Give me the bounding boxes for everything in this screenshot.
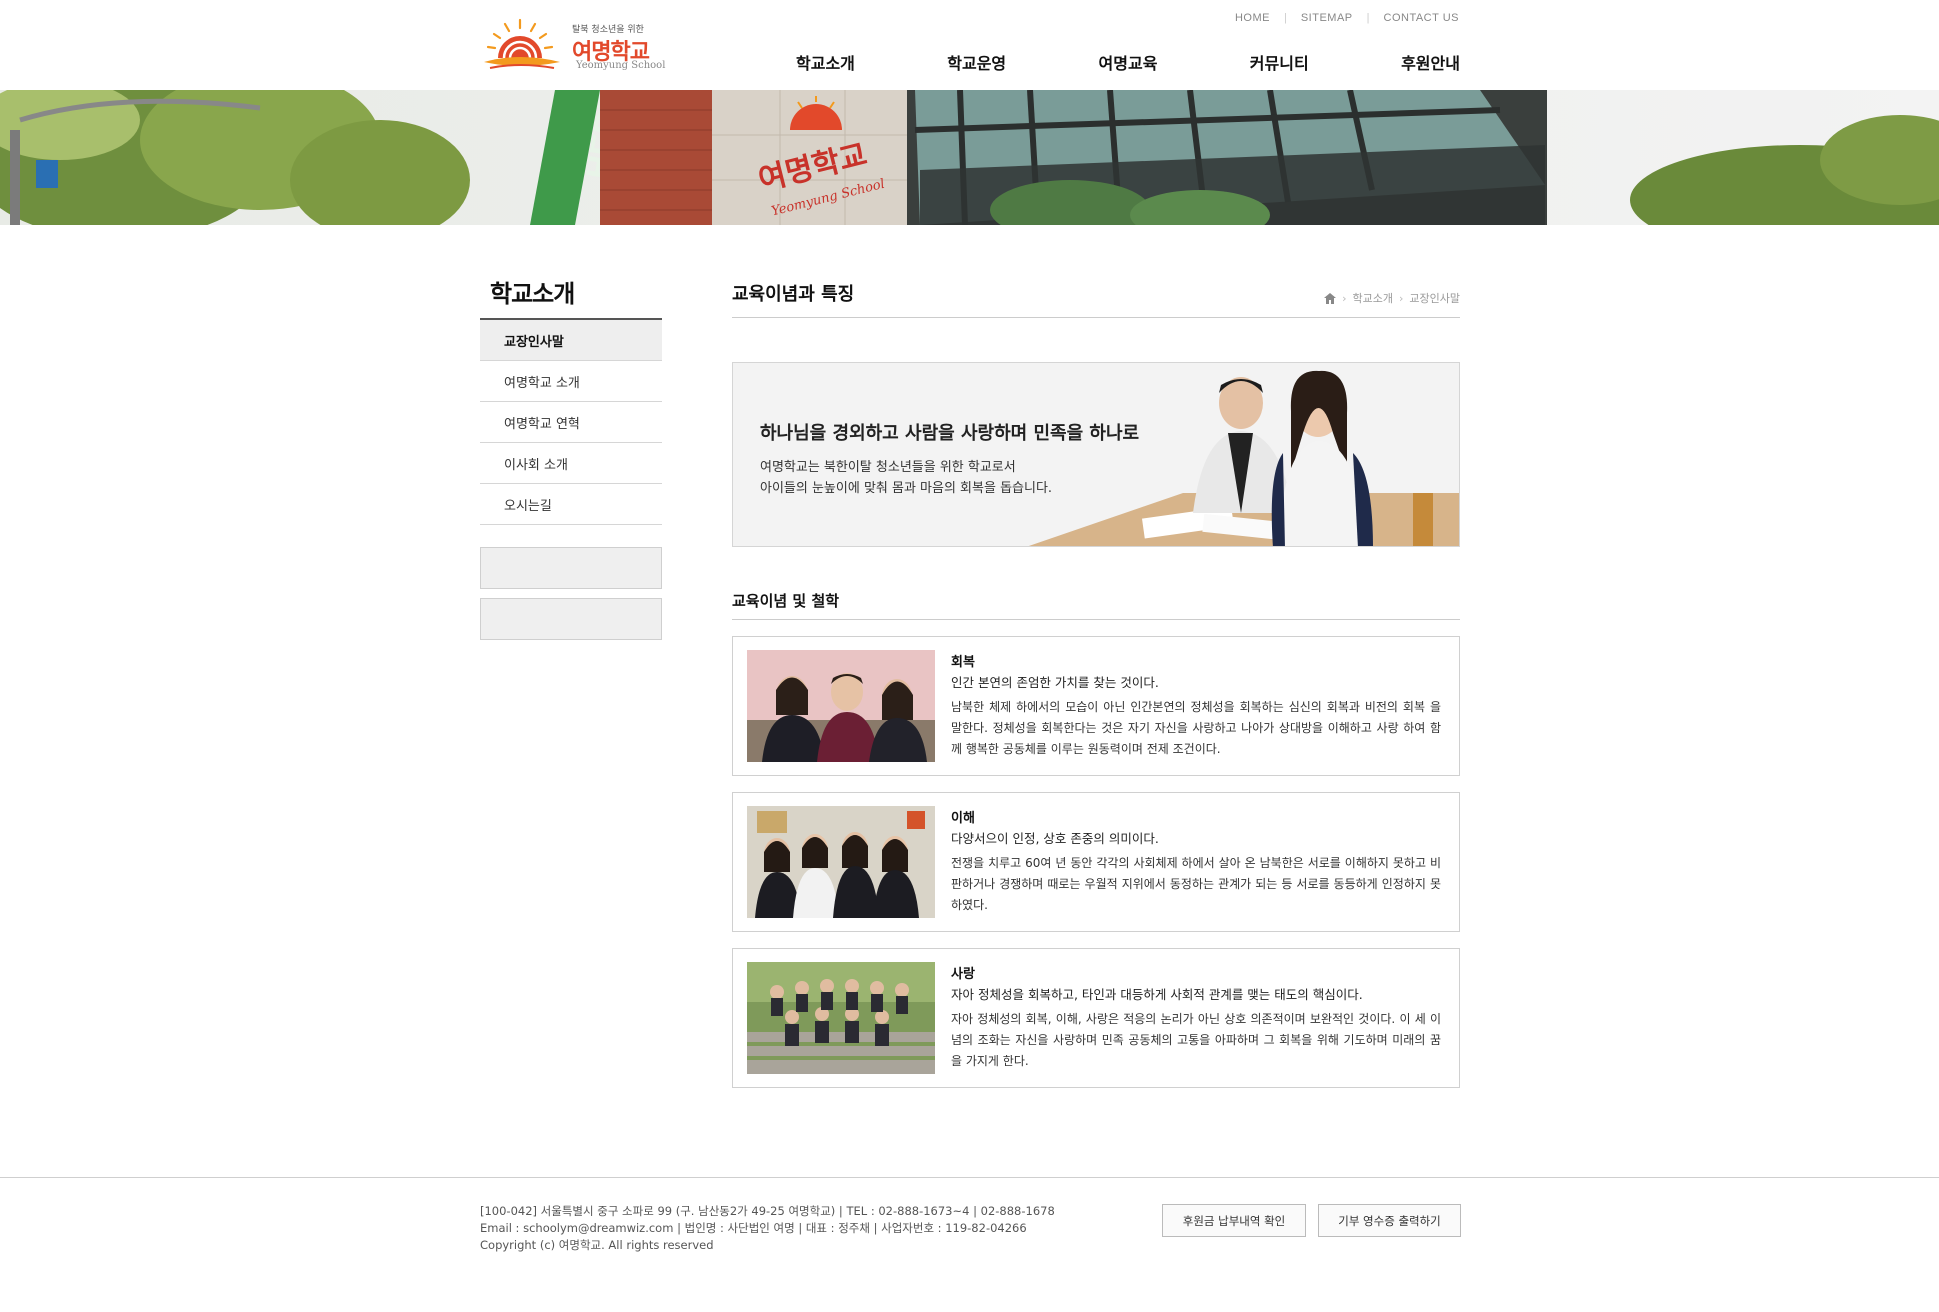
footer-copyright: Copyright (c) 여명학교. All rights reserved xyxy=(480,1238,714,1252)
separator: | xyxy=(1283,12,1287,24)
separator: | xyxy=(1366,12,1370,24)
contact-us-link[interactable]: CONTACT US xyxy=(1384,12,1460,24)
sidebar-banner-1[interactable] xyxy=(480,547,662,589)
sitemap-link[interactable]: SITEMAP xyxy=(1301,12,1353,24)
sidebar-item-history[interactable]: 여명학교 연혁 xyxy=(480,402,662,443)
breadcrumb: › 학교소개 › 교장인사말 xyxy=(1324,290,1460,306)
page-title: 교육이념과 특징 xyxy=(732,284,855,305)
logo-name-en: Yeomyung School xyxy=(576,60,666,71)
philosophy-card: 이해 다양서으이 인정, 상호 존중의 의미이다. 전쟁을 치루고 60여 년 … xyxy=(732,792,1460,932)
students-photo xyxy=(1028,370,1459,546)
nav-item-education[interactable]: 여명교육 xyxy=(1099,50,1158,74)
chevron-right-icon: › xyxy=(1342,291,1347,305)
utility-links: HOME | SITEMAP | CONTACT US xyxy=(1235,12,1459,24)
card-title: 사랑 xyxy=(951,967,975,982)
card-title: 회복 xyxy=(951,655,975,670)
home-link[interactable]: HOME xyxy=(1235,12,1270,24)
sidebar-item-label: 이사회 소개 xyxy=(504,457,568,473)
intro-text-line: 여명학교는 북한이탈 청소년들을 위한 학교로서 xyxy=(760,460,1016,475)
footer-divider xyxy=(0,1177,1939,1178)
sidebar-banner-2[interactable] xyxy=(480,598,662,640)
site-logo[interactable]: 탈북 청소년을 위한 여명학교 Yeomyung School xyxy=(480,16,680,78)
sidebar-item-greeting[interactable]: 교장인사말 xyxy=(480,320,662,361)
sun-logo-icon xyxy=(484,18,560,69)
sidebar-item-label: 여명학교 소개 xyxy=(504,375,580,391)
nav-item-operation[interactable]: 학교운영 xyxy=(947,50,1006,74)
sidebar-item-school-intro[interactable]: 여명학교 소개 xyxy=(480,361,662,402)
nav-item-community[interactable]: 커뮤니티 xyxy=(1250,50,1309,74)
card-photo xyxy=(747,650,935,762)
card-body: 남북한 체제 하에서의 모습이 아닌 인간본연의 정체성을 회복하는 심신의 회… xyxy=(951,700,1441,756)
donation-history-button[interactable]: 후원금 납부내역 확인 xyxy=(1162,1204,1306,1237)
sidebar-item-label: 교장인사말 xyxy=(504,334,564,350)
breadcrumb-item[interactable]: 교장인사말 xyxy=(1409,290,1460,306)
section-divider xyxy=(732,619,1460,620)
intro-text-line: 아이들의 눈높이에 맞춰 몸과 마음의 회복을 돕습니다. xyxy=(760,481,1053,496)
footer-address: [100-042] 서울특별시 중구 소파로 99 (구. 남산동2가 49-2… xyxy=(480,1204,1055,1218)
card-body: 자아 정체성의 회복, 이해, 사랑은 적응의 논리가 아닌 상호 의존적이며 … xyxy=(951,1012,1441,1068)
card-subtitle: 자아 정체성을 회복하고, 타인과 대등하게 사회적 관계를 맺는 태도의 핵심… xyxy=(951,987,1363,1002)
card-photo xyxy=(747,962,935,1074)
card-subtitle: 다양서으이 인정, 상호 존중의 의미이다. xyxy=(951,831,1159,846)
intro-heading: 하나님을 경외하고 사람을 사랑하며 민족을 하나로 xyxy=(760,423,1140,444)
donation-receipt-button[interactable]: 기부 영수증 출력하기 xyxy=(1318,1204,1461,1237)
card-subtitle: 인간 본연의 존엄한 가치를 찾는 것이다. xyxy=(951,675,1159,690)
school-building-image: HERZIA 여명학교 Yeomyung School xyxy=(0,90,1939,225)
sidebar-menu: 교장인사말 여명학교 소개 여명학교 연혁 이사회 소개 오시는길 xyxy=(480,318,662,525)
card-body: 전쟁을 치루고 60여 년 동안 각각의 사회체제 하에서 살아 온 남북한은 … xyxy=(951,856,1441,912)
top-banner-image: HERZIA 여명학교 Yeomyung School xyxy=(0,90,1939,225)
main-nav: 학교소개 학교운영 여명교육 커뮤니티 후원안내 xyxy=(796,50,1460,74)
philosophy-card: 사랑 자아 정체성을 회복하고, 타인과 대등하게 사회적 관계를 맺는 태도의… xyxy=(732,948,1460,1088)
card-title: 이해 xyxy=(951,811,975,826)
sidebar-title: 학교소개 xyxy=(490,280,575,308)
sidebar-item-board[interactable]: 이사회 소개 xyxy=(480,443,662,484)
nav-item-about[interactable]: 학교소개 xyxy=(796,50,855,74)
chevron-right-icon: › xyxy=(1398,291,1404,305)
footer-contact: Email : schoolym@dreamwiz.com | 법인명 : 사단… xyxy=(480,1221,1027,1235)
intro-banner: 하나님을 경외하고 사람을 사랑하며 민족을 하나로 여명학교는 북한이탈 청소… xyxy=(732,362,1460,547)
card-photo xyxy=(747,806,935,918)
nav-item-support[interactable]: 후원안내 xyxy=(1401,50,1460,74)
title-divider xyxy=(732,317,1460,318)
home-icon[interactable] xyxy=(1324,292,1337,304)
philosophy-card: 회복 인간 본연의 존엄한 가치를 찾는 것이다. 남북한 체제 하에서의 모습… xyxy=(732,636,1460,776)
sidebar-item-directions[interactable]: 오시는길 xyxy=(480,484,662,525)
site-header: 탈북 청소년을 위한 여명학교 Yeomyung School HOME | S… xyxy=(0,0,1939,90)
section-title: 교육이념 및 철학 xyxy=(732,592,840,610)
sidebar-item-label: 여명학교 연혁 xyxy=(504,416,580,432)
breadcrumb-item[interactable]: 학교소개 xyxy=(1353,290,1393,306)
sidebar-item-label: 오시는길 xyxy=(504,498,552,514)
